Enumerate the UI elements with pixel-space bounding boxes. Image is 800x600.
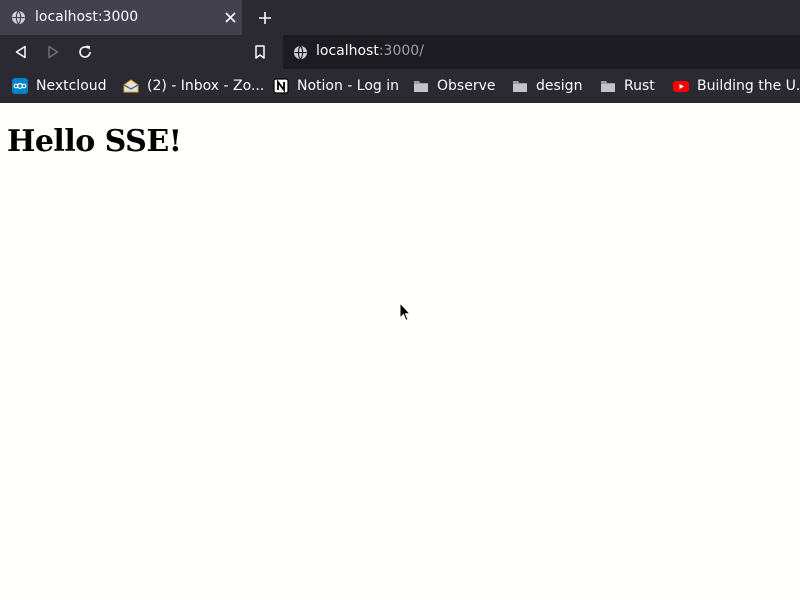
url-path: :3000/ <box>378 43 424 59</box>
youtube-icon <box>673 81 689 92</box>
url-text[interactable]: localhost:3000/ <box>316 43 424 59</box>
page-heading: Hello SSE! <box>7 124 182 159</box>
bookmark-youtube[interactable]: Building the U... <box>673 69 800 103</box>
close-icon[interactable] <box>224 11 237 24</box>
reload-icon[interactable] <box>77 44 93 60</box>
bookmark-notion[interactable]: Notion - Log in <box>273 69 399 103</box>
folder-icon <box>601 81 615 92</box>
back-icon[interactable] <box>13 44 29 60</box>
bookmark-label: design <box>536 78 583 94</box>
bookmark-folder-design[interactable]: design <box>512 69 582 103</box>
bookmark-folder-observe[interactable]: Observe <box>413 69 495 103</box>
bookmark-label: Nextcloud <box>36 78 107 94</box>
navigation-toolbar: localhost:3000/ <box>0 35 800 69</box>
notion-icon <box>273 78 289 94</box>
bookmark-label: (2) - Inbox - Zo... <box>147 78 265 94</box>
address-bar[interactable]: localhost:3000/ <box>283 35 800 69</box>
page-content: Hello SSE! <box>0 103 800 600</box>
bookmark-nextcloud[interactable]: Nextcloud <box>12 69 107 103</box>
url-host: localhost <box>316 43 379 59</box>
bookmark-icon[interactable] <box>252 44 268 60</box>
folder-icon <box>414 81 428 92</box>
mail-icon <box>123 79 139 93</box>
bookmark-folder-rust[interactable]: Rust <box>600 69 655 103</box>
bookmark-label: Building the U... <box>697 78 800 94</box>
bookmark-label: Rust <box>624 78 655 94</box>
globe-icon <box>11 10 26 25</box>
forward-icon[interactable] <box>45 44 61 60</box>
nextcloud-icon <box>12 78 28 94</box>
bookmark-label: Observe <box>437 78 496 94</box>
new-tab-icon[interactable] <box>257 10 273 26</box>
tab-localhost[interactable]: localhost:3000 <box>0 0 242 35</box>
bookmarks-toolbar: Nextcloud (2) - Inbox - Zo... Notion - L… <box>0 69 800 103</box>
folder-icon <box>513 81 527 92</box>
tab-title: localhost:3000 <box>35 9 139 25</box>
mouse-cursor-icon <box>399 302 411 322</box>
tab-strip: localhost:3000 <box>0 0 800 35</box>
bookmark-inbox[interactable]: (2) - Inbox - Zo... <box>123 69 264 103</box>
site-info-icon[interactable] <box>293 45 308 60</box>
bookmark-label: Notion - Log in <box>297 78 400 94</box>
